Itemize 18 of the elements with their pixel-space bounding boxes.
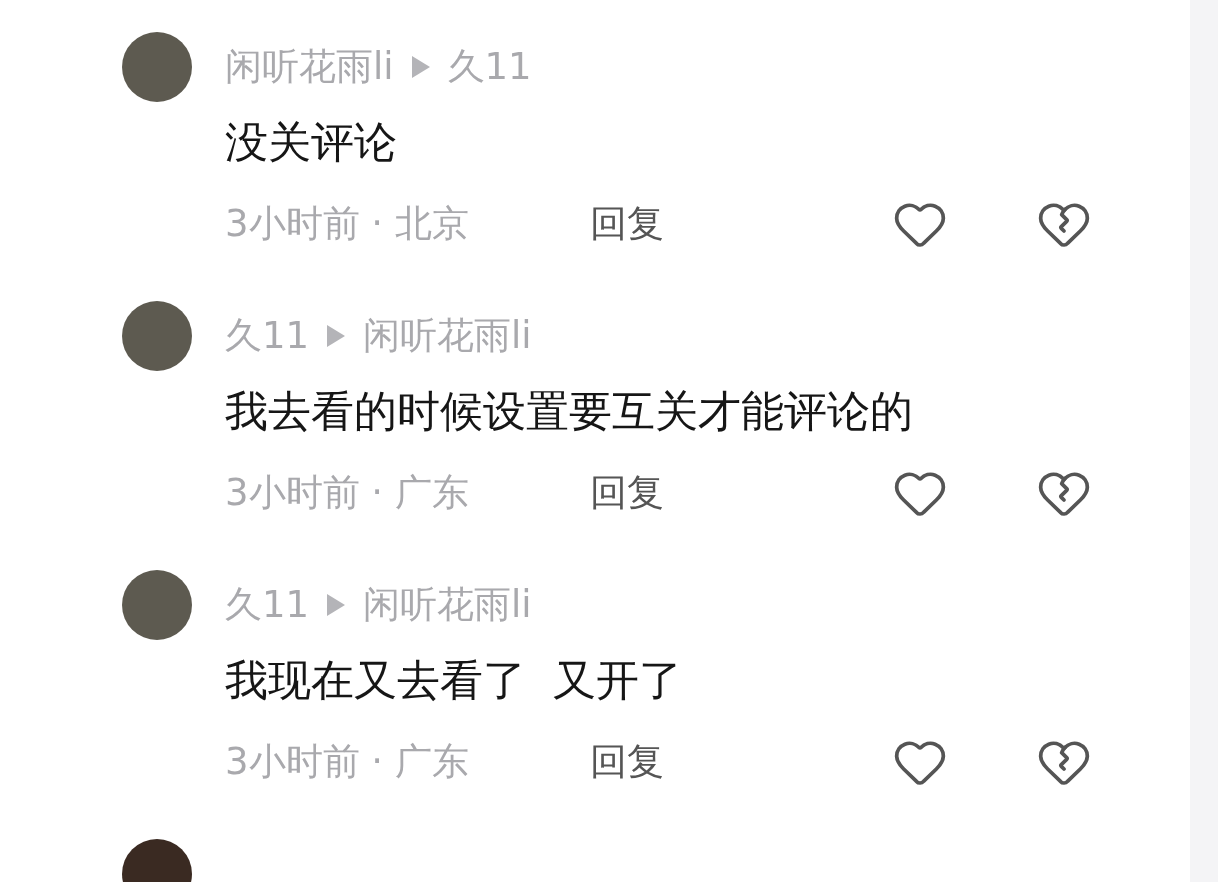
reply-to-name[interactable]: 闲听花雨li	[363, 580, 532, 630]
author-name[interactable]: 久11	[225, 311, 310, 361]
reply-to-name[interactable]: 闲听花雨li	[363, 311, 532, 361]
comment-text: 我现在又去看了 又开了	[225, 654, 684, 707]
time-location: 3小时前 · 北京	[225, 201, 470, 247]
triangle-icon	[327, 594, 346, 616]
reply-to-name[interactable]: 久11	[447, 42, 532, 92]
comment-text: 没关评论	[225, 116, 398, 169]
reply-button[interactable]: 回复	[590, 199, 664, 249]
comment-text: 我去看的时候设置要互关才能评论的	[225, 385, 914, 438]
time-location: 3小时前 · 广东	[225, 739, 470, 785]
time-location: 3小时前 · 广东	[225, 470, 470, 516]
author-name[interactable]: 久11	[225, 580, 310, 630]
reply-button[interactable]: 回复	[590, 737, 664, 787]
triangle-icon	[327, 325, 346, 347]
triangle-icon	[411, 56, 430, 78]
reply-button[interactable]: 回复	[590, 468, 664, 518]
author-name[interactable]: 闲听花雨li	[225, 42, 394, 92]
